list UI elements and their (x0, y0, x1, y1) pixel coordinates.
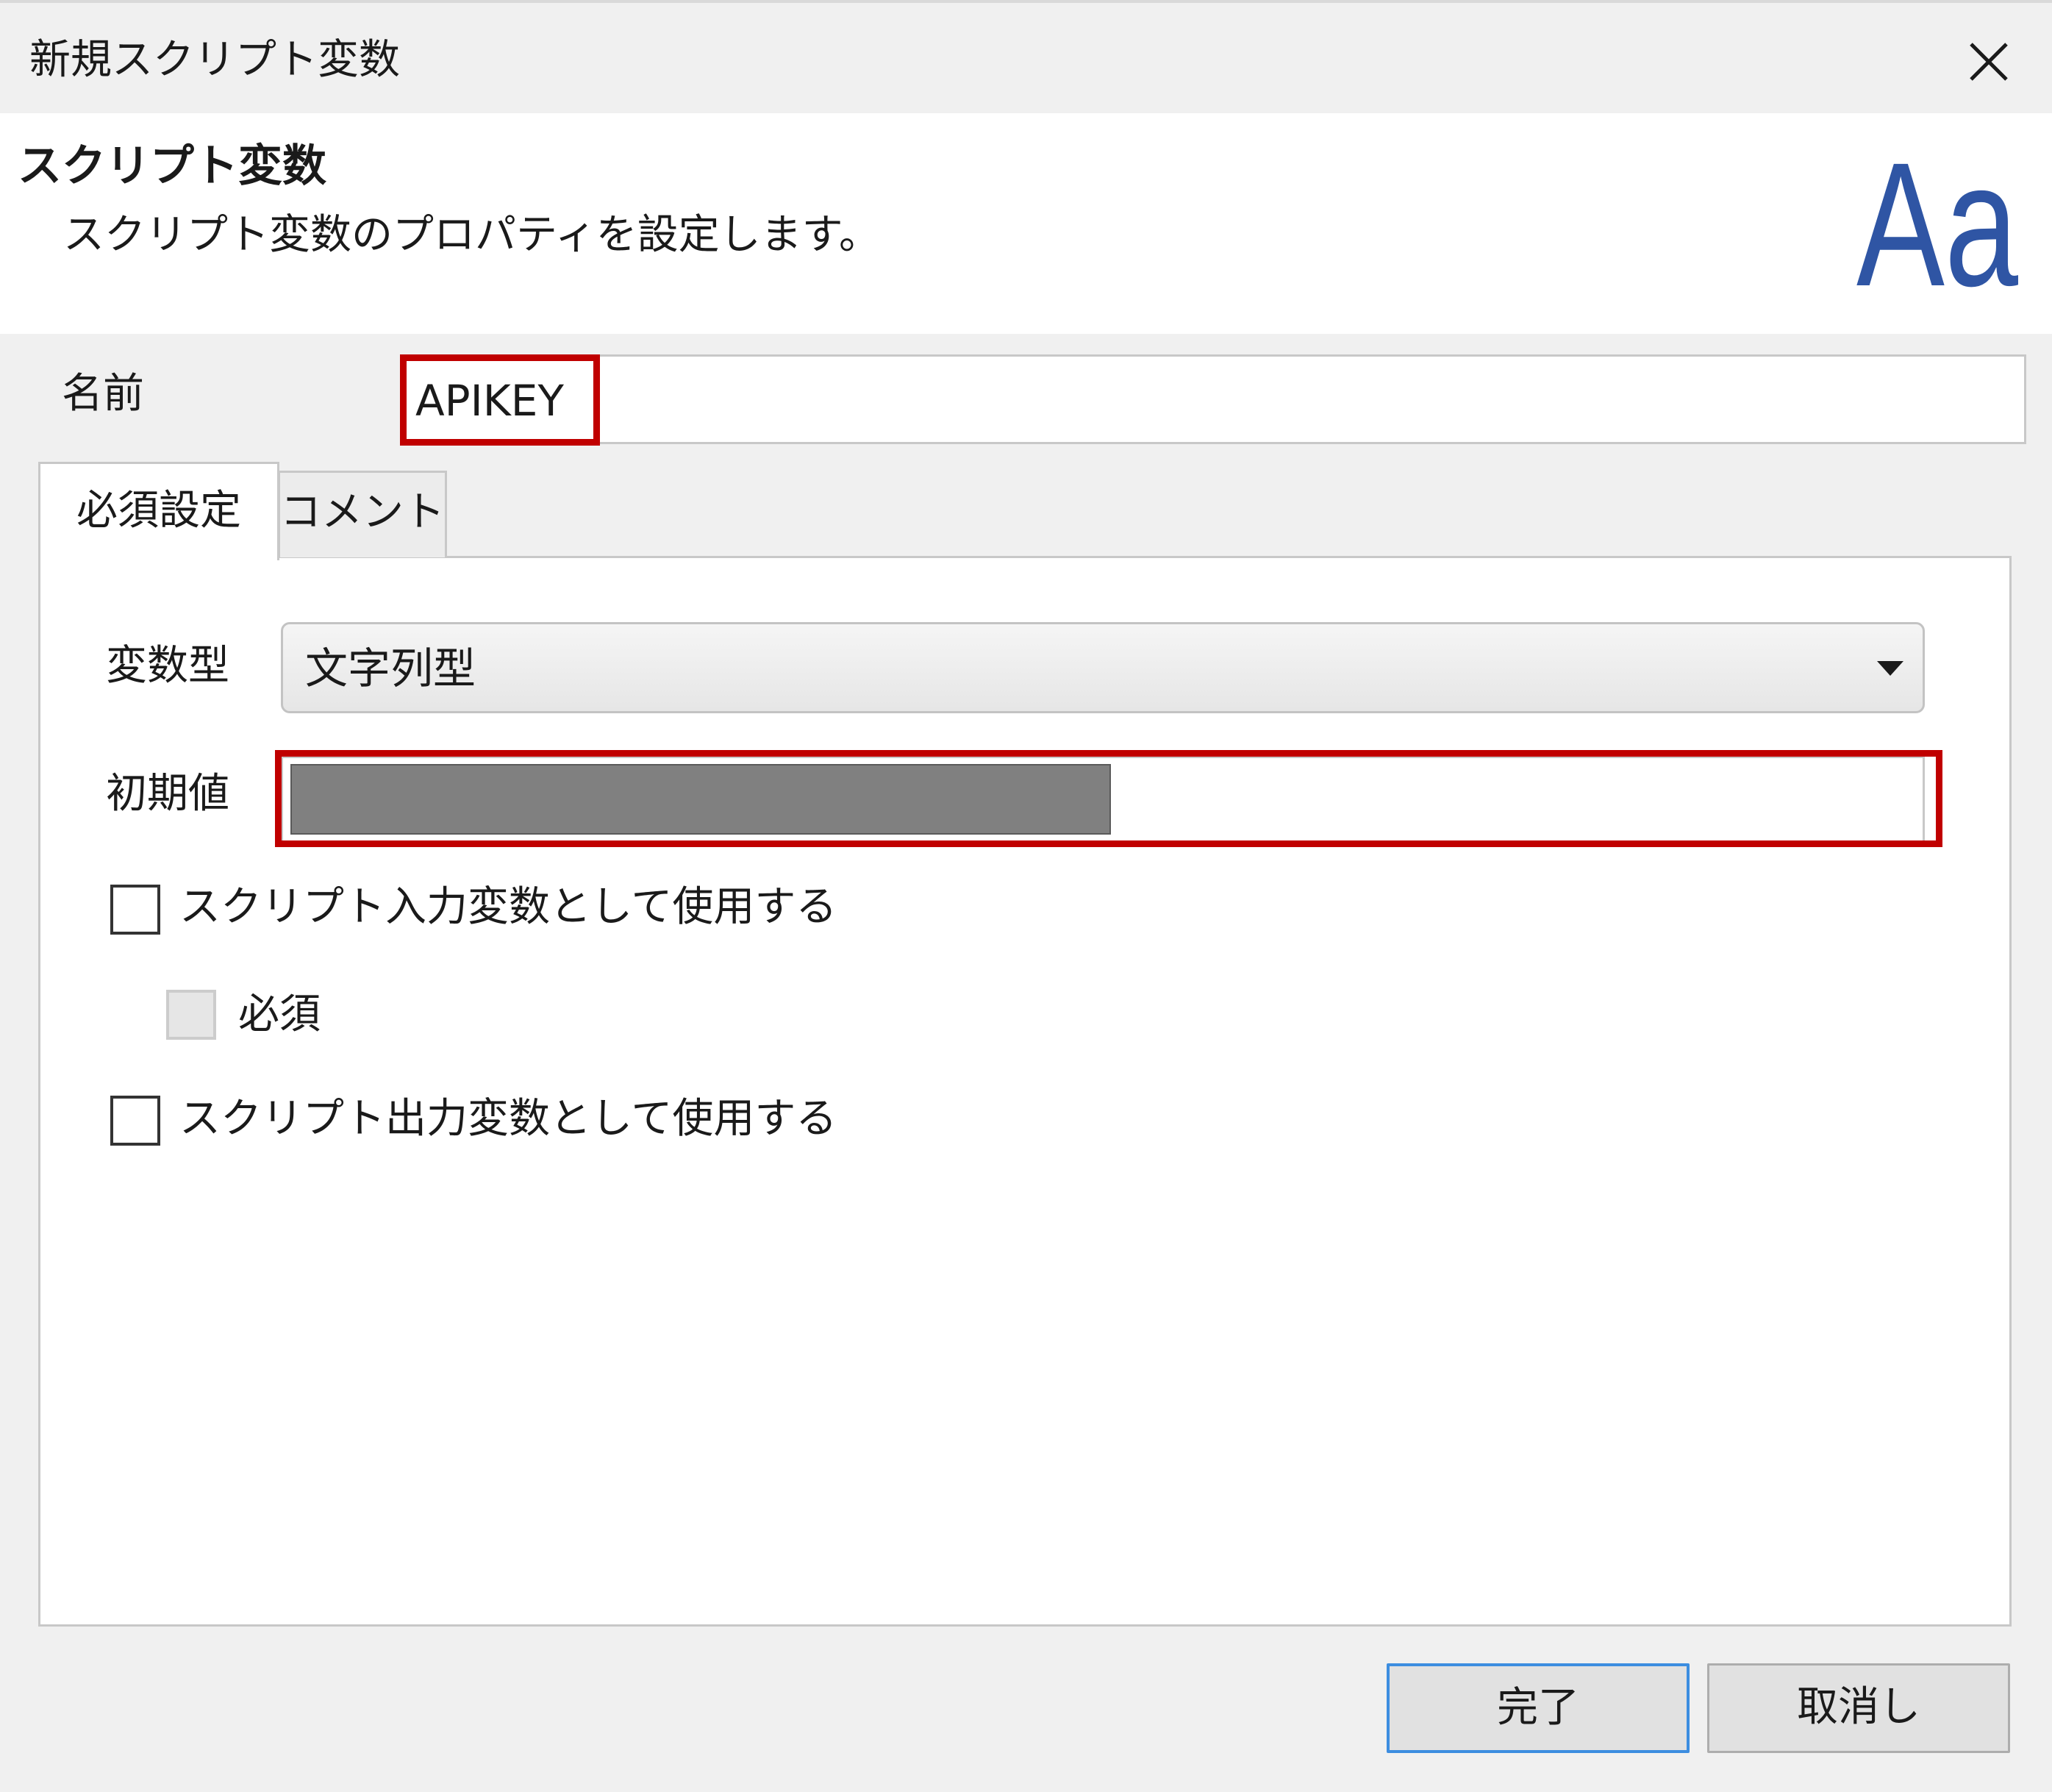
use-as-input-checkbox[interactable] (110, 885, 160, 935)
dialog-header: スクリプト変数 スクリプト変数のプロパティを設定します。 Aa (0, 113, 2052, 334)
font-icon-text: Aa (1856, 143, 2018, 304)
name-label: 名前 (62, 370, 144, 418)
title-bar: 新規スクリプト変数 (0, 0, 2052, 113)
cancel-button[interactable]: 取消し (1707, 1663, 2010, 1753)
use-as-output-label[interactable]: スクリプト出力変数として使用する (179, 1090, 837, 1149)
finish-button[interactable]: 完了 (1387, 1663, 1690, 1753)
initial-value-label: 初期値 (106, 770, 229, 818)
name-value: APIKEY (415, 376, 564, 426)
close-icon (1970, 43, 2008, 81)
header-title: スクリプト変数 (18, 140, 326, 192)
use-as-output-checkbox[interactable] (110, 1096, 160, 1146)
variable-type-select[interactable]: 文字列型 (281, 622, 1925, 713)
header-description: スクリプト変数のプロパティを設定します。 (63, 211, 881, 259)
close-button[interactable] (1941, 25, 2037, 99)
tab-label: コメント (280, 488, 445, 536)
required-label: 必須 (238, 990, 321, 1038)
use-as-input-label[interactable]: スクリプト入力変数として使用する (179, 878, 837, 937)
redacted-value (290, 764, 1111, 835)
variable-type-value: 文字列型 (305, 643, 476, 693)
tab-required-settings[interactable]: 必須設定 (38, 462, 279, 560)
variable-type-label: 変数型 (106, 642, 229, 690)
initial-value-input[interactable] (281, 756, 1925, 843)
font-icon: Aa (1856, 143, 2018, 304)
window-title: 新規スクリプト変数 (29, 36, 400, 84)
tab-label: 必須設定 (76, 487, 241, 535)
name-input[interactable]: APIKEY (400, 354, 2026, 444)
tab-comment[interactable]: コメント (278, 471, 447, 557)
chevron-down-icon (1877, 661, 1903, 676)
required-checkbox (166, 990, 216, 1040)
